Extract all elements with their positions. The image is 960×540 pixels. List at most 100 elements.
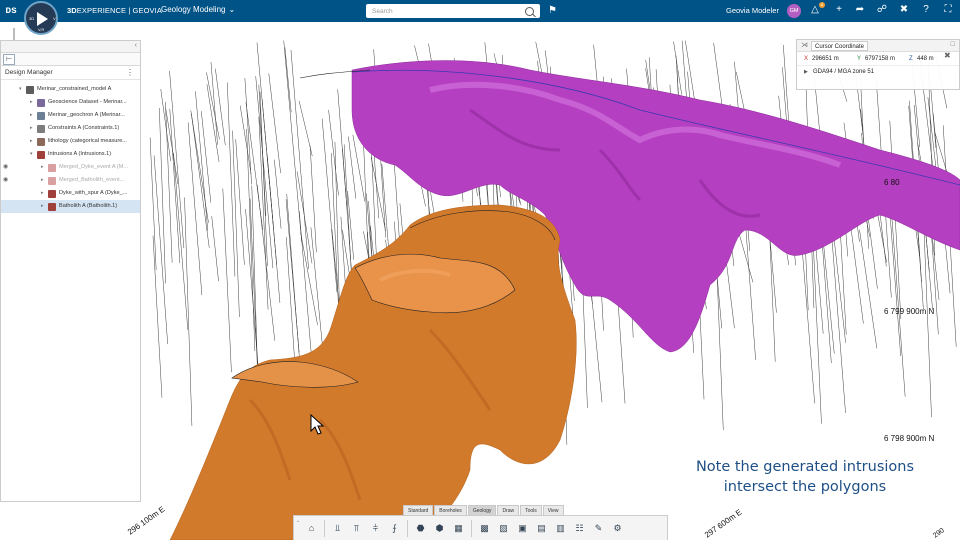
- collapse-arrow-icon[interactable]: ▾: [19, 83, 22, 96]
- app-title: Geology Modeling: [161, 5, 226, 14]
- drillhole-line: [347, 190, 354, 260]
- cursor-panel-title[interactable]: Cursor Coordinate: [811, 41, 869, 51]
- drillhole-line: [830, 217, 846, 414]
- help-icon[interactable]: ?: [919, 4, 933, 15]
- table-icon[interactable]: ☷: [572, 521, 587, 536]
- geology-surface-icon[interactable]: ⬢: [432, 521, 447, 536]
- x-value: 296651 m: [812, 56, 839, 62]
- toolbar-tab-tools[interactable]: Tools: [520, 505, 542, 515]
- pin-icon[interactable]: ⋊: [801, 41, 808, 49]
- user-name[interactable]: Geovia Modeler: [726, 6, 779, 15]
- pen-icon[interactable]: ✎: [591, 521, 606, 536]
- panel-title-label: Design Manager: [5, 69, 53, 76]
- intrusions-icon: [37, 151, 45, 159]
- search-input[interactable]: Search: [372, 8, 525, 15]
- drillhole-icon[interactable]: ⫩: [368, 521, 383, 536]
- drillhole-line: [165, 107, 179, 185]
- toolbar-tab-draw[interactable]: Draw: [497, 505, 520, 515]
- y-value: 6797158 m: [865, 56, 896, 62]
- block-model-icon[interactable]: ▦: [451, 521, 466, 536]
- home-icon[interactable]: ⌂: [304, 521, 319, 536]
- app-title-menu[interactable]: Geology Modeling ⌄: [161, 5, 235, 14]
- fullscreen-icon[interactable]: ⛶: [941, 4, 955, 15]
- grid-icon[interactable]: ▧: [496, 521, 511, 536]
- tree-item-label: Constraints A (Constraints.1): [48, 125, 120, 131]
- expand-arrow-icon[interactable]: ▶: [804, 66, 808, 79]
- borehole-edit-icon[interactable]: ⫪: [349, 521, 364, 536]
- expand-arrow-icon[interactable]: ▸: [41, 174, 44, 187]
- panel-header: ‹: [1, 41, 140, 53]
- event-icon: [48, 177, 56, 185]
- tree-item[interactable]: ▾ Merinar_constrained_model A: [1, 83, 140, 96]
- coord-label-easting-1: 296 100m E: [126, 505, 167, 537]
- tree-tab-icon[interactable]: ⊢: [3, 54, 15, 65]
- drillhole-line: [149, 137, 157, 270]
- dyke-icon: [48, 190, 56, 198]
- share-icon[interactable]: ➦: [853, 4, 867, 15]
- tree-item[interactable]: ▸ Batholith A (Batholith.1): [1, 200, 140, 213]
- tree-item-label: Dyke_with_spur A (Dyke_...: [59, 190, 128, 196]
- orange-intrusion[interactable]: [169, 204, 577, 540]
- expand-arrow-icon[interactable]: ▸: [41, 200, 44, 213]
- crs-row[interactable]: ▶ GDA94 / MGA zone 51: [797, 66, 959, 79]
- toolbar-tab-standard[interactable]: Standard: [403, 505, 434, 515]
- hidden-visibility-icon[interactable]: ◉: [3, 174, 8, 187]
- expand-arrow-icon[interactable]: ▸: [30, 135, 33, 148]
- avatar[interactable]: GM: [787, 4, 801, 18]
- drillhole-line: [239, 105, 252, 175]
- collapse-arrow-icon[interactable]: ▾: [30, 148, 33, 161]
- tree-item-label: lithology (categorical measure...: [48, 138, 127, 144]
- tree-item[interactable]: ▸ Constraints A (Constraints.1): [1, 122, 140, 135]
- expand-arrow-icon[interactable]: ▸: [41, 187, 44, 200]
- tree-item-label: Merged_Batholith_event...: [59, 177, 125, 183]
- tree-item[interactable]: ▸ Geoscience Dataset - Merinar...: [1, 96, 140, 109]
- close-icon[interactable]: □: [951, 41, 955, 48]
- tree-item[interactable]: ▸ lithology (categorical measure...: [1, 135, 140, 148]
- collapse-icon[interactable]: ‹: [135, 42, 137, 49]
- toolbar-tab-geology[interactable]: Geology: [467, 505, 497, 515]
- expand-panel-icon[interactable]: ✖: [944, 51, 951, 60]
- search-field[interactable]: Search: [366, 4, 540, 18]
- toolbar-tab-boreholes[interactable]: Boreholes: [434, 505, 467, 515]
- coord-label-northing-1: 6 799 900m N: [884, 307, 934, 316]
- tree-item-label: Merinar_constrained_model A: [37, 86, 112, 92]
- network-icon[interactable]: ☍: [875, 4, 889, 15]
- hidden-visibility-icon[interactable]: ◉: [3, 161, 8, 174]
- add-icon[interactable]: +: [832, 4, 846, 15]
- expand-arrow-icon[interactable]: ▸: [30, 96, 33, 109]
- tree-item[interactable]: ◉ ▸ Merged_Batholith_event...: [1, 174, 140, 187]
- compass-icon[interactable]: 3D V V,R: [24, 1, 58, 35]
- tree-item[interactable]: ▸ Dyke_with_spur A (Dyke_...: [1, 187, 140, 200]
- ds-logo-icon[interactable]: ᴅs: [3, 2, 19, 18]
- settings-cube-icon[interactable]: ⚙: [610, 521, 625, 536]
- drillhole-line: [227, 82, 236, 277]
- volume-icon[interactable]: ▩: [477, 521, 492, 536]
- section-icon[interactable]: ⨍: [387, 521, 402, 536]
- toolbar-separator: [324, 519, 325, 537]
- intrusion-icon[interactable]: ⬣: [413, 521, 428, 536]
- tree-item[interactable]: ◉ ▸ Merged_Dyke_event A (M...: [1, 161, 140, 174]
- drillhole-line: [309, 145, 317, 253]
- expand-arrow-icon[interactable]: ▸: [30, 122, 33, 135]
- borehole-icon[interactable]: ⫫: [330, 521, 345, 536]
- tree-item[interactable]: ▸ Merinar_geochron A (Merinar...: [1, 109, 140, 122]
- search-icon[interactable]: [525, 6, 534, 16]
- toolbar-separator: [407, 519, 408, 537]
- toolbar-grip-icon[interactable]: ⌄: [296, 518, 300, 524]
- tree-item[interactable]: ▾ Intrusions A (Intrusions.1): [1, 148, 140, 161]
- coordinate-readout: X 296651 m Y 6797158 m Z 448 m: [797, 52, 959, 66]
- toolbar-tab-view[interactable]: View: [542, 505, 564, 515]
- tree-item-label: Geoscience Dataset - Merinar...: [48, 99, 127, 105]
- drillhole-line: [169, 70, 185, 249]
- more-options-icon[interactable]: ⋮: [126, 66, 134, 80]
- tools-icon[interactable]: ✖: [897, 4, 911, 15]
- tag-icon[interactable]: ⚑: [548, 5, 557, 16]
- drillhole-line: [153, 155, 168, 345]
- model-icon: [26, 86, 34, 94]
- expand-arrow-icon[interactable]: ▸: [30, 109, 33, 122]
- cube-icon[interactable]: ▣: [515, 521, 530, 536]
- expand-arrow-icon[interactable]: ▸: [41, 161, 44, 174]
- cube-shaded-icon[interactable]: ▤: [534, 521, 549, 536]
- drillhole-line: [299, 211, 312, 357]
- surface-map-icon[interactable]: ▥: [553, 521, 568, 536]
